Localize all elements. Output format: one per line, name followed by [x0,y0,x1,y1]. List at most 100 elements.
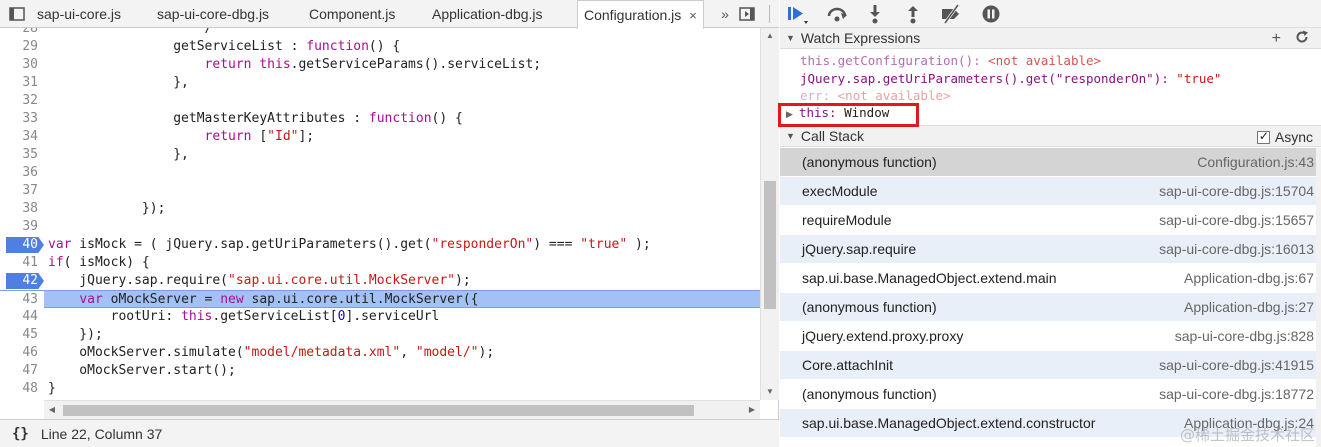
line-number[interactable]: 30 [0,56,44,74]
line-number[interactable]: 35 [0,146,44,164]
frame-location[interactable]: sap-ui-core-dbg.js:828 [1175,328,1314,344]
code-line[interactable]: 29 getServiceList : function() { [0,38,760,56]
frame-location[interactable]: Application-dbg.js:27 [1184,299,1314,315]
frame-location[interactable]: sap-ui-core-dbg.js:18772 [1159,386,1314,402]
line-number-text: 36 [22,165,38,180]
code-line[interactable]: 35 }, [0,146,760,164]
code-line[interactable]: 28 / [0,28,760,38]
scroll-right-icon[interactable]: ▶ [744,401,760,419]
step-over-icon[interactable] [824,2,850,26]
call-frame[interactable]: execModule sap-ui-core-dbg.js:15704 [780,177,1316,206]
tab-sap-ui-core[interactable]: sap-ui-core.js [31,0,127,28]
call-stack-scrollbar[interactable] [1316,148,1321,447]
call-stack-header[interactable]: ▼ Call Stack Async [780,125,1321,147]
line-number[interactable]: 38 [0,200,44,218]
line-number[interactable]: 41 [0,254,44,272]
frame-location[interactable]: sap-ui-core-dbg.js:15704 [1159,183,1314,199]
code-line[interactable]: 31 }, [0,74,760,92]
frame-location[interactable]: sap-ui-core-dbg.js:41915 [1159,357,1314,373]
scrollbar-thumb[interactable] [764,181,776,309]
pause-on-exceptions-icon[interactable] [978,2,1004,26]
close-icon[interactable]: × [689,8,697,23]
line-number[interactable]: 43 [0,291,44,309]
toggle-navigator-icon[interactable] [6,0,28,28]
call-frame[interactable]: Core.attachInit sap-ui-core-dbg.js:41915 [780,351,1316,380]
tab-application-dbg[interactable]: Application-dbg.js [426,0,549,28]
code-line[interactable]: 34 return ["Id"]; [0,128,760,146]
line-number[interactable]: 32 [0,92,44,110]
pretty-print-button[interactable]: {} [12,426,29,442]
toggle-debugger-icon[interactable] [737,0,757,28]
resume-icon[interactable] [784,2,810,26]
code-line[interactable]: 32 [0,92,760,110]
refresh-icon[interactable] [1295,30,1309,49]
line-number[interactable]: 29 [0,38,44,56]
scroll-down-icon[interactable]: ▼ [761,384,779,400]
code-line[interactable]: 39 [0,218,760,236]
scrollbar-thumb[interactable] [63,405,694,416]
async-toggle[interactable]: Async [1256,126,1313,148]
code-line[interactable]: 37 [0,182,760,200]
deactivate-breakpoints-icon[interactable] [938,2,964,26]
step-out-icon[interactable] [900,2,926,26]
line-number[interactable]: 36 [0,164,44,182]
frame-location[interactable]: sap-ui-core-dbg.js:16013 [1159,241,1314,257]
line-number[interactable]: 47 [0,362,44,380]
call-frame[interactable]: sap.ui.base.ManagedObject.extend.main App… [780,264,1316,293]
call-frame[interactable]: (anonymous function) sap-ui-core-dbg.js:1… [780,380,1316,409]
call-frame[interactable]: jQuery.sap.require sap-ui-core-dbg.js:160… [780,235,1316,264]
tab-component[interactable]: Component.js [303,0,401,28]
line-number[interactable]: 28 [0,28,44,38]
call-frame-selected[interactable]: (anonymous function) Configuration.js:43 [780,148,1316,177]
code-line[interactable]: 47 oMockServer.start(); [0,362,760,380]
line-number[interactable]: 48 [0,380,44,398]
code-line[interactable]: 30 return this.getServiceParams().servic… [0,56,760,74]
line-number-text: 44 [22,309,38,324]
code-line[interactable]: 40 var isMock = ( jQuery.sap.getUriParame… [0,236,760,254]
watch-entry[interactable]: this.getConfiguration(): <not available> [800,52,1101,69]
code-editor[interactable]: 28 /29 getServiceList : function() {30 r… [0,28,760,400]
watch-entry[interactable]: jQuery.sap.getUriParameters().get("respo… [800,70,1221,87]
frame-location[interactable]: Application-dbg.js:67 [1184,270,1314,286]
frame-location[interactable]: sap-ui-core-dbg.js:15657 [1159,212,1314,228]
breakpoint-marker[interactable]: 42 [0,272,44,290]
editor-horizontal-scrollbar[interactable]: ◀ ▶ [44,400,760,419]
line-number[interactable]: 44 [0,308,44,326]
async-checkbox[interactable] [1256,129,1270,144]
code-line[interactable]: 41 if( isMock) { [0,254,760,272]
scroll-left-icon[interactable]: ◀ [44,401,60,419]
call-frame[interactable]: requireModule sap-ui-core-dbg.js:15657 [780,206,1316,235]
breakpoint-marker[interactable]: 40 [0,236,44,254]
code-line[interactable]: 38 }); [0,200,760,218]
line-number[interactable]: 33 [0,110,44,128]
code-line[interactable]: 48} [0,380,760,398]
line-number[interactable]: 31 [0,74,44,92]
step-into-icon[interactable] [862,2,888,26]
line-number[interactable]: 46 [0,344,44,362]
line-number[interactable]: 37 [0,182,44,200]
current-code-line[interactable]: 43 var oMockServer = new sap.ui.core.uti… [0,290,760,309]
tab-configuration[interactable]: Configuration.js × [577,0,704,29]
tab-overflow-icon[interactable]: » [716,0,734,28]
code-line[interactable]: 46 oMockServer.simulate("model/metadata.… [0,344,760,362]
code-line[interactable]: 36 [0,164,760,182]
call-frame[interactable]: jQuery.extend.proxy.proxy sap-ui-core-dbg… [780,322,1316,351]
line-number-text: 39 [22,219,38,234]
code-line[interactable]: 33 getMasterKeyAttributes : function() { [0,110,760,128]
line-number[interactable]: 34 [0,128,44,146]
code-text: return ["Id"]; [204,129,315,144]
add-icon[interactable]: + [1272,30,1281,48]
watch-expressions-header[interactable]: ▼ Watch Expressions + [780,27,1321,49]
frame-location[interactable]: Configuration.js:43 [1197,154,1314,170]
scroll-up-icon[interactable]: ▲ [761,28,779,44]
code-line[interactable]: 44 rootUri: this.getServiceList[0].servi… [0,308,760,326]
code-line[interactable]: 45 }); [0,326,760,344]
tab-sap-ui-core-dbg[interactable]: sap-ui-core-dbg.js [151,0,275,28]
watch-entry[interactable]: err: <not available> [800,87,951,104]
call-frame[interactable]: (anonymous function) Application-dbg.js:2… [780,293,1316,322]
frame-function: sap.ui.base.ManagedObject.extend.constru… [802,415,1096,431]
line-number[interactable]: 39 [0,218,44,236]
editor-vertical-scrollbar[interactable]: ▲ ▼ [760,28,779,400]
line-number[interactable]: 45 [0,326,44,344]
code-line[interactable]: 42 jQuery.sap.require("sap.ui.core.util.… [0,272,760,290]
